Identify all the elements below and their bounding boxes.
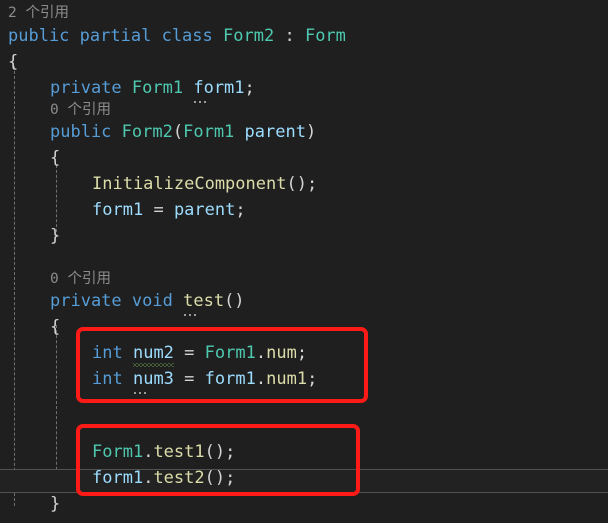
redbox-method-call <box>76 424 360 496</box>
code-editor-surface[interactable]: 2 个引用 public partial class Form2 : Form … <box>0 0 608 523</box>
redbox-field-access <box>76 327 368 403</box>
annotation-layer <box>0 0 608 523</box>
